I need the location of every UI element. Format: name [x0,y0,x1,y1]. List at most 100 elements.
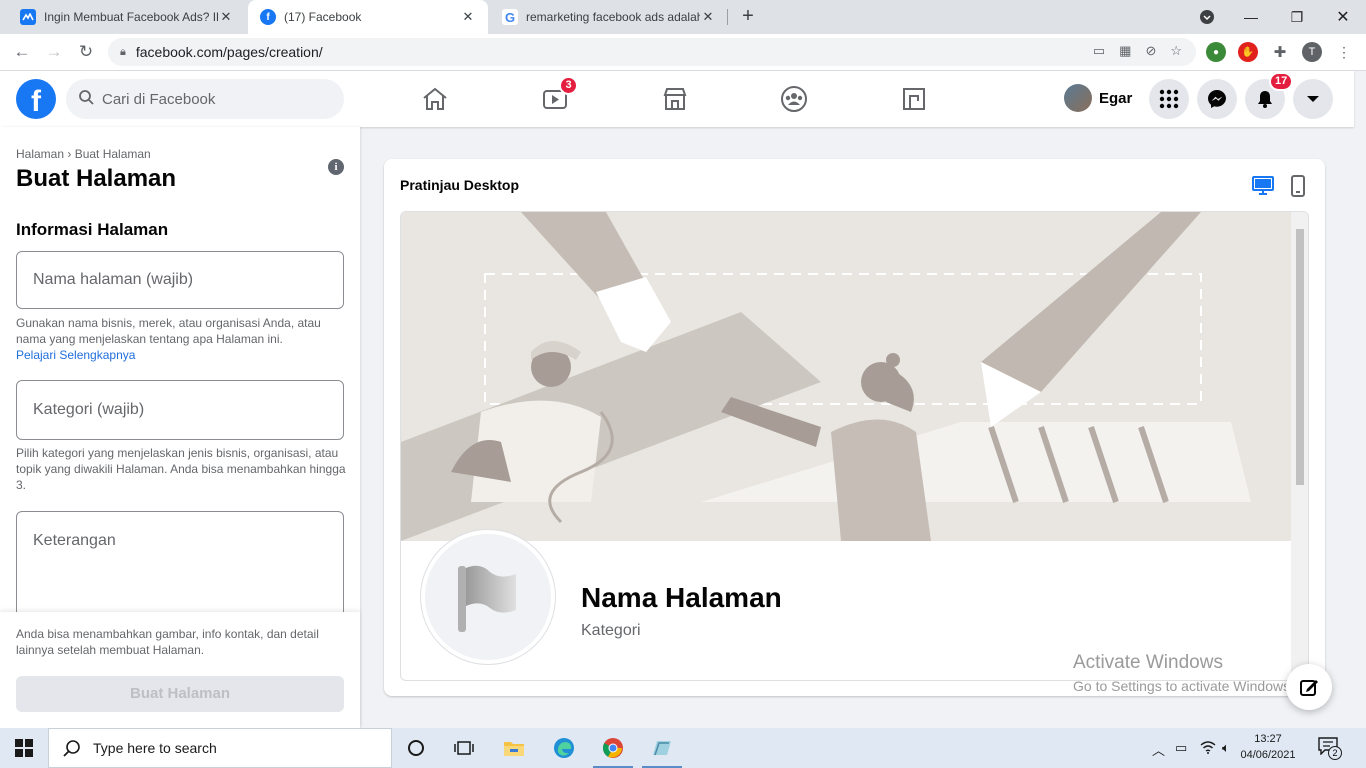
tab-separator [727,9,728,25]
extension-globe-icon[interactable]: ● [1206,42,1226,62]
account-menu-button[interactable] [1293,79,1333,119]
bookmark-star-icon[interactable]: ☆ [1170,43,1182,59]
edge-icon [554,738,574,758]
facebook-search[interactable] [66,79,344,119]
messenger-button[interactable] [1197,79,1237,119]
search-icon [63,740,80,757]
nav-marketplace[interactable] [655,79,695,119]
minimize-button[interactable]: — [1228,0,1274,34]
watermark-line1: Activate Windows [1073,652,1223,673]
desktop-preview-button[interactable] [1252,175,1274,197]
browser-tab-facebook[interactable]: f (17) Facebook ✕ [248,0,488,34]
taskbar-search-text: Type here to search [93,740,217,756]
clock-time: 13:27 [1254,733,1282,745]
facebook-header: f 3 Egar 17 [0,71,1354,127]
extensions-puzzle-icon[interactable]: ✚ [1270,42,1290,62]
new-message-button[interactable] [1286,664,1332,710]
category-input[interactable] [17,381,343,439]
nav-gaming[interactable] [894,79,934,119]
groups-icon [781,86,807,112]
maximize-button[interactable]: ❐ [1274,0,1320,34]
address-bar[interactable]: 🔒︎ facebook.com/pages/creation/ ▭ ▦ ⊘ ☆ [108,38,1196,66]
extension-hand-icon[interactable]: ✋ [1238,42,1258,62]
battery-icon[interactable]: ▭ [1175,740,1187,756]
page-preview-frame: Nama Halaman Kategori [400,211,1309,681]
task-view-button[interactable] [440,728,488,768]
cast-icon[interactable]: ▭ [1093,43,1105,59]
taskbar-search[interactable]: Type here to search [48,728,392,768]
watch-badge: 3 [559,76,578,95]
tracking-blocked-icon[interactable]: ⊘ [1145,43,1156,59]
marketplace-icon [663,88,687,110]
cortana-icon [408,740,424,756]
start-button[interactable] [0,728,48,768]
windows-logo-icon [15,739,33,757]
back-button[interactable]: ← [10,40,34,64]
reload-button[interactable]: ↻ [74,40,98,64]
page-name-field[interactable] [16,251,344,309]
desktop-icon [1252,176,1274,195]
cortana-button[interactable] [392,728,440,768]
qr-code-icon[interactable]: ▦ [1119,43,1131,59]
menu-button[interactable] [1149,79,1189,119]
preview-scrollbar[interactable] [1291,212,1308,680]
mobile-preview-button[interactable] [1290,175,1312,197]
edge-browser-button[interactable] [540,728,588,768]
breadcrumb[interactable]: Halaman › Buat Halaman [16,147,151,161]
browser-tab-google[interactable]: G remarketing facebook ads adalah ✕ [490,0,728,34]
close-tab-icon[interactable]: ✕ [700,9,716,25]
nav-watch[interactable]: 3 [535,76,578,119]
task-view-icon [454,741,474,755]
browser-tab-facebook-ads[interactable]: Ingin Membuat Facebook Ads? Ik ✕ [8,0,246,34]
show-hidden-icons-button[interactable]: ︿ [1152,740,1165,759]
tab-title: remarketing facebook ads adalah [526,10,700,24]
tab-search-button[interactable] [1184,0,1230,34]
grid-menu-icon [1159,89,1179,109]
search-input[interactable] [102,90,322,108]
volume-icon[interactable]: 🔈︎ [1222,740,1230,756]
nav-groups[interactable] [774,79,814,119]
close-tab-icon[interactable]: ✕ [218,9,234,25]
facebook-logo[interactable]: f [16,79,56,119]
forward-button[interactable]: → [42,40,66,64]
page-name-input[interactable] [17,252,343,308]
close-window-button[interactable]: ✕ [1320,0,1366,34]
chrome-browser-button[interactable] [589,728,637,768]
profile-picture-placeholder [421,530,555,664]
footer-note: Anda bisa menambahkan gambar, info konta… [16,627,319,657]
scrollbar-thumb[interactable] [1296,229,1304,485]
gaming-icon [903,88,925,110]
close-tab-icon[interactable]: ✕ [460,9,476,25]
preview-card: Pratinjau Desktop Nama Halaman Kategori [384,159,1325,696]
avatar [1064,84,1092,112]
category-field[interactable] [16,380,344,440]
notes-app-icon [653,741,671,756]
activate-windows-watermark: Activate Windows Go to Settings to activ… [1073,652,1294,694]
notifications-button[interactable]: 17 [1245,72,1294,119]
mobile-icon [1291,175,1305,197]
profile-avatar-button[interactable]: T [1302,42,1322,62]
edit-compose-icon [1300,680,1318,696]
info-icon[interactable]: i [328,159,344,175]
page-title: Buat Halaman [16,165,177,192]
learn-more-link[interactable]: Pelajari Selengkapnya [16,348,135,362]
new-tab-button[interactable]: + [737,5,759,27]
file-explorer-button[interactable] [490,728,538,768]
helper-text: Gunakan nama bisnis, merek, atau organis… [16,316,321,346]
profile-link[interactable]: Egar [1064,84,1132,112]
page-name-helper: Gunakan nama bisnis, merek, atau organis… [16,315,348,363]
menu-kebab-icon[interactable]: ⋮ [1334,42,1354,62]
wifi-icon[interactable] [1200,740,1216,757]
create-page-button[interactable]: Buat Halaman [16,676,344,712]
tab-title: Ingin Membuat Facebook Ads? Ik [44,10,218,24]
category-helper: Pilih kategori yang menjelaskan jenis bi… [16,446,346,492]
facebook-icon: f [260,9,276,25]
action-center-button[interactable]: 2 [1318,737,1346,760]
flag-icon [458,565,516,632]
preview-title: Pratinjau Desktop [400,177,520,193]
taskbar-clock[interactable]: 13:27 04/06/2021 [1240,731,1296,763]
nav-home[interactable] [415,79,455,119]
clock-date: 04/06/2021 [1240,749,1296,761]
notes-app-button[interactable] [638,728,686,768]
home-icon [423,87,447,110]
